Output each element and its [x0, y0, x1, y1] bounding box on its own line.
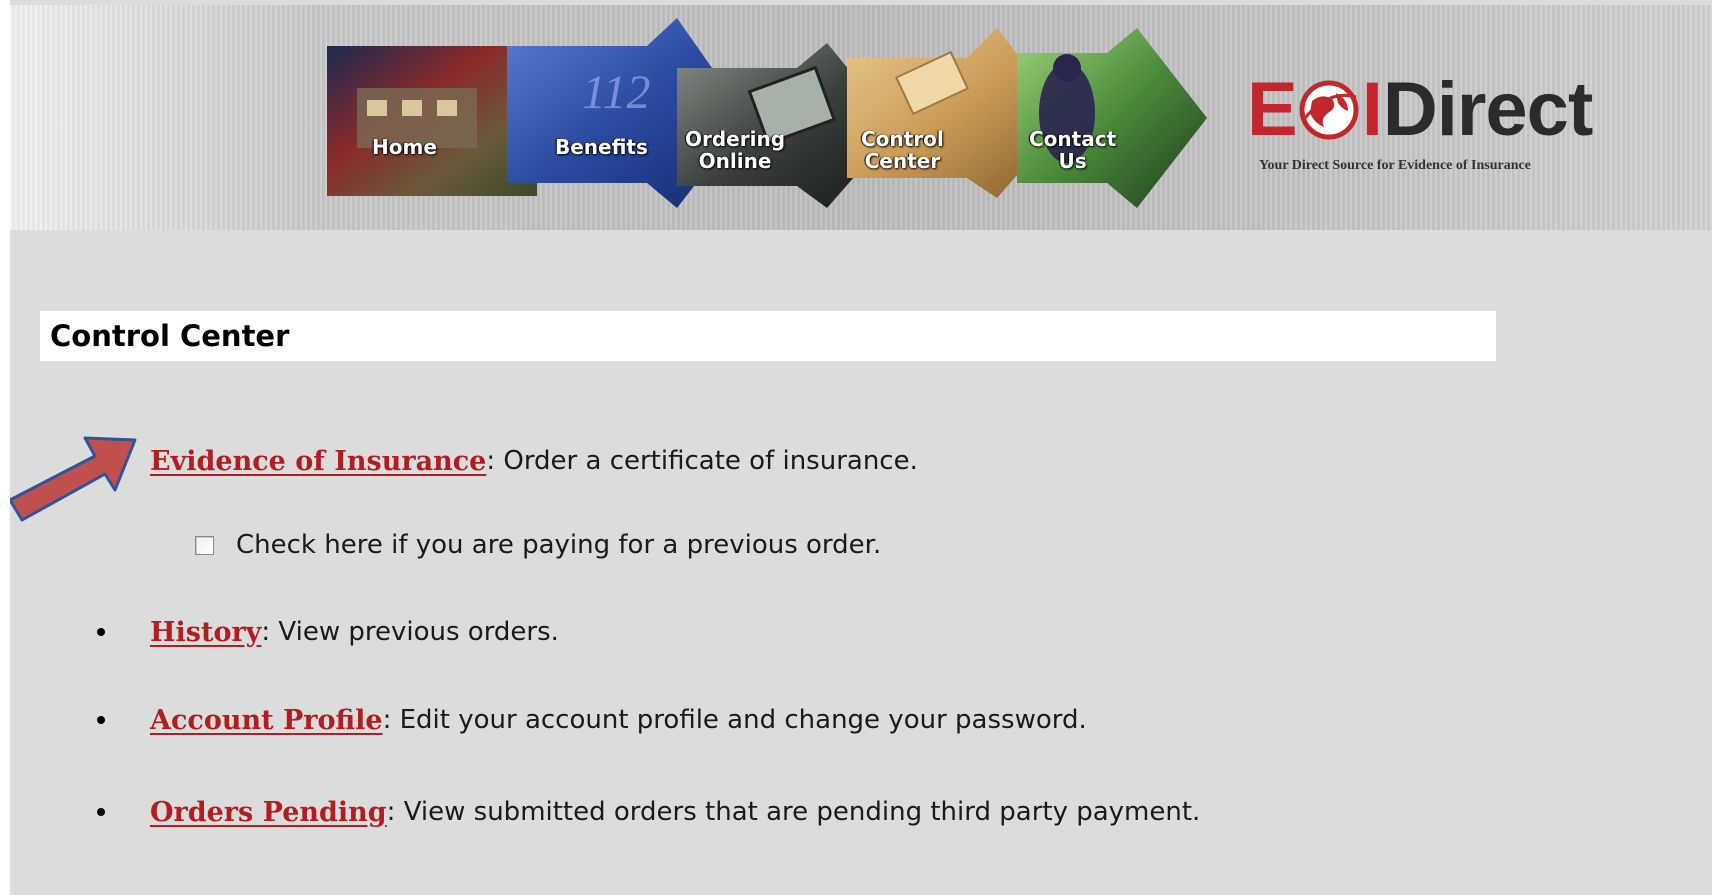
nav-home[interactable]: Home	[327, 18, 497, 208]
nav-ordering-online[interactable]: Ordering Online	[667, 18, 837, 208]
history-link[interactable]: History	[150, 617, 261, 648]
list-item-account-profile: Account Profile : Edit your account prof…	[150, 700, 1087, 740]
list-item-history: History : View previous orders.	[150, 612, 559, 652]
nav-benefits[interactable]: Benefits	[497, 18, 667, 208]
previous-order-checkbox-row: Check here if you are paying for a previ…	[195, 527, 881, 563]
account-profile-link[interactable]: Account Profile	[150, 705, 383, 736]
annotation-arrow-icon	[10, 436, 137, 522]
orders-pending-desc: : View submitted orders that are pending…	[386, 797, 1201, 827]
page-title: Control Center	[50, 319, 290, 353]
logo-letter-e: E	[1247, 67, 1298, 152]
nav-control-center-label: Control Center	[861, 127, 944, 173]
list-item-orders-pending: Orders Pending : View submitted orders t…	[150, 792, 1200, 832]
nav-contact-us-label: Contact Us	[1029, 127, 1117, 173]
bullet-orders-pending	[97, 808, 105, 816]
title-bar: Control Center	[40, 311, 1496, 361]
bullet-history	[97, 628, 105, 636]
list-item-evidence-of-insurance: Evidence of Insurance : Order a certific…	[150, 441, 918, 481]
evidence-of-insurance-link[interactable]: Evidence of Insurance	[150, 446, 486, 477]
eoi-direct-logo[interactable]: E I Direct Your Direct Source for Eviden…	[1247, 70, 1677, 180]
nav-home-label: Home	[372, 135, 437, 159]
nav-benefits-label: Benefits	[555, 135, 648, 159]
account-profile-desc: : Edit your account profile and change y…	[382, 705, 1087, 735]
nav-bar: 112 Home Benefits Ordering Online Contro…	[327, 18, 1217, 208]
logo-tagline: Your Direct Source for Evidence of Insur…	[1259, 158, 1531, 173]
nav-contact-us[interactable]: Contact Us	[1007, 18, 1187, 208]
logo-wordmark: E I Direct	[1247, 67, 1593, 152]
logo-letter-i: I	[1361, 67, 1383, 152]
nav-ordering-online-label: Ordering Online	[685, 127, 786, 173]
history-desc: : View previous orders.	[261, 617, 559, 647]
orders-pending-link[interactable]: Orders Pending	[150, 797, 387, 828]
nav-control-center[interactable]: Control Center	[837, 18, 1007, 208]
evidence-of-insurance-desc: : Order a certificate of insurance.	[486, 446, 918, 476]
globe-icon	[1299, 80, 1359, 140]
page: 112 Home Benefits Ordering Online Contro…	[10, 0, 1712, 895]
bullet-account-profile	[97, 716, 105, 724]
logo-direct-text: Direct	[1382, 67, 1593, 152]
previous-order-checkbox-label: Check here if you are paying for a previ…	[236, 530, 882, 560]
previous-order-checkbox[interactable]	[195, 535, 214, 555]
